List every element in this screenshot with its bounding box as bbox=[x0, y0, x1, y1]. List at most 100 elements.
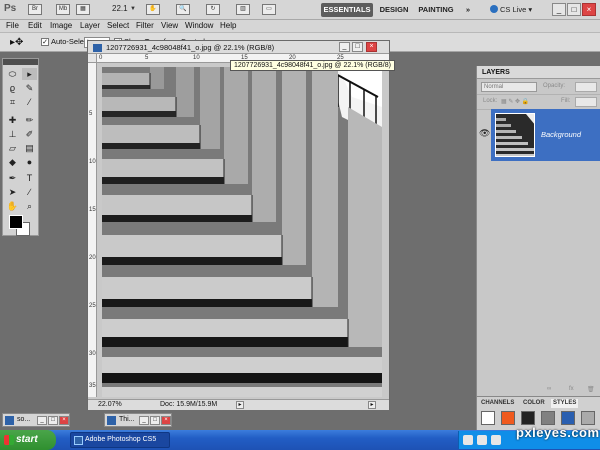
view-extras-icon[interactable]: ▦ bbox=[76, 4, 90, 15]
style-swatch[interactable] bbox=[581, 411, 595, 425]
bridge-icon[interactable]: Br bbox=[28, 4, 42, 15]
move-tool-icon[interactable]: ▸ bbox=[22, 68, 37, 80]
menu-layer[interactable]: Layer bbox=[80, 20, 100, 32]
vertical-ruler[interactable]: 5 10 15 20 25 30 35 bbox=[88, 63, 97, 397]
brush-tool-icon[interactable]: ✏ bbox=[22, 114, 37, 126]
quick-select-tool-icon[interactable]: ✎ bbox=[22, 82, 37, 94]
photoshop-logo-icon: Ps bbox=[4, 3, 17, 14]
style-swatch[interactable] bbox=[521, 411, 535, 425]
eyedropper-tool-icon[interactable]: ⁄ bbox=[22, 96, 37, 108]
style-swatch[interactable] bbox=[481, 411, 495, 425]
path-selection-tool-icon[interactable]: ➤ bbox=[5, 186, 20, 198]
document-minimize-button[interactable]: _ bbox=[139, 416, 149, 425]
opacity-field[interactable] bbox=[575, 82, 597, 92]
ruler-origin[interactable] bbox=[88, 54, 97, 63]
opacity-label: Opacity: bbox=[543, 83, 566, 89]
tab-styles[interactable]: STYLES bbox=[551, 399, 579, 408]
workspace-design-button[interactable]: DESIGN bbox=[377, 3, 411, 17]
layer-fx-icon[interactable]: fx bbox=[569, 386, 574, 392]
menu-window[interactable]: Window bbox=[185, 20, 213, 32]
document-minimize-button[interactable]: _ bbox=[37, 416, 47, 425]
minimized-document[interactable]: Thi... _ □ × bbox=[104, 413, 172, 427]
tray-icon[interactable] bbox=[477, 435, 487, 445]
start-button[interactable]: start bbox=[0, 430, 56, 450]
menu-edit[interactable]: Edit bbox=[28, 20, 42, 32]
blur-tool-icon[interactable]: ◆ bbox=[5, 156, 20, 168]
minimized-document[interactable]: so... _ □ × bbox=[2, 413, 70, 427]
screen-mode-icon[interactable]: ▭ bbox=[262, 4, 276, 15]
document-close-button[interactable]: × bbox=[161, 416, 171, 425]
arrange-documents-icon[interactable]: ▥ bbox=[236, 4, 250, 15]
scroll-right-arrow-icon[interactable]: ▸ bbox=[368, 401, 376, 409]
mini-bridge-icon[interactable]: Mb bbox=[56, 4, 70, 15]
history-brush-tool-icon[interactable]: ✐ bbox=[22, 128, 37, 140]
document-maximize-button[interactable]: □ bbox=[352, 42, 363, 52]
ruler-tick-label: 0 bbox=[99, 55, 103, 61]
workspace-essentials-button[interactable]: ESSENTIALS bbox=[321, 3, 373, 17]
chevron-down-icon[interactable]: ▼ bbox=[130, 6, 136, 12]
line-tool-icon[interactable]: ∕ bbox=[22, 186, 37, 198]
more-workspaces-button[interactable]: » bbox=[462, 3, 474, 17]
hand-tool-icon[interactable]: ✋ bbox=[146, 4, 160, 15]
tab-color[interactable]: COLOR bbox=[523, 399, 545, 408]
clone-stamp-tool-icon[interactable]: ⊥ bbox=[5, 128, 20, 140]
tab-channels[interactable]: CHANNELS bbox=[481, 399, 514, 408]
auto-select-checkbox[interactable]: ✓ bbox=[41, 38, 49, 46]
hand-tool-icon[interactable]: ✋ bbox=[5, 200, 20, 212]
layer-thumbnail-image bbox=[496, 114, 534, 156]
marquee-tool-icon[interactable]: ⬭ bbox=[5, 68, 20, 80]
menu-filter[interactable]: Filter bbox=[136, 20, 154, 32]
document-close-button[interactable]: × bbox=[366, 42, 377, 52]
minimize-button[interactable]: _ bbox=[552, 3, 566, 16]
tray-icon[interactable] bbox=[491, 435, 501, 445]
pen-tool-icon[interactable]: ✒ bbox=[5, 172, 20, 184]
status-menu-arrow-icon[interactable]: ▸ bbox=[236, 401, 244, 409]
healing-brush-tool-icon[interactable]: ✚ bbox=[5, 114, 20, 126]
menu-select[interactable]: Select bbox=[107, 20, 129, 32]
document-title-bar[interactable]: 1207726931_4c98048f41_o.jpg @ 22.1% (RGB… bbox=[88, 41, 389, 54]
move-tool-icon[interactable]: ▸✥ bbox=[10, 37, 23, 48]
layer-delete-icon[interactable]: 🗑 bbox=[587, 386, 595, 393]
menu-help[interactable]: Help bbox=[220, 20, 236, 32]
menu-image[interactable]: Image bbox=[50, 20, 72, 32]
menu-view[interactable]: View bbox=[161, 20, 178, 32]
eraser-tool-icon[interactable]: ▱ bbox=[5, 142, 20, 154]
style-swatch[interactable] bbox=[501, 411, 515, 425]
layer-link-icon[interactable]: ∞ bbox=[547, 386, 551, 392]
style-swatch[interactable] bbox=[541, 411, 555, 425]
zoom-tool-icon[interactable]: ⌕ bbox=[22, 200, 37, 212]
document-restore-button[interactable]: □ bbox=[48, 416, 58, 425]
type-tool-icon[interactable]: T bbox=[22, 172, 37, 184]
layer-visibility-eye-icon[interactable]: 👁 bbox=[479, 128, 490, 139]
document-canvas[interactable] bbox=[102, 67, 382, 397]
taskbar-photoshop-button[interactable]: Adobe Photoshop CS5 bbox=[70, 432, 170, 448]
tools-panel-header[interactable] bbox=[3, 59, 38, 65]
tray-icon[interactable] bbox=[463, 435, 473, 445]
dodge-tool-icon[interactable]: ● bbox=[22, 156, 37, 168]
lasso-tool-icon[interactable]: ϱ bbox=[5, 82, 20, 94]
foreground-color-swatch[interactable] bbox=[9, 215, 23, 229]
style-swatch[interactable] bbox=[561, 411, 575, 425]
blend-mode-select[interactable]: Normal bbox=[481, 82, 537, 92]
close-button[interactable]: × bbox=[582, 3, 596, 16]
zoom-level[interactable]: 22.1 bbox=[112, 4, 128, 13]
workspace-painting-button[interactable]: PAINTING bbox=[416, 3, 456, 17]
document-minimize-button[interactable]: _ bbox=[339, 42, 350, 52]
layers-panel-tab[interactable]: LAYERS bbox=[477, 66, 600, 79]
document-size-info[interactable]: Doc: 15.9M/15.9M bbox=[160, 401, 217, 408]
cs-live-button[interactable]: CS Live ▾ bbox=[490, 3, 532, 17]
layer-item-background[interactable]: Background bbox=[491, 109, 600, 161]
document-zoom-field[interactable]: 22.07% bbox=[98, 401, 122, 408]
document-title: 1207726931_4c98048f41_o.jpg @ 22.1% (RGB… bbox=[106, 43, 275, 52]
crop-tool-icon[interactable]: ⌗ bbox=[5, 96, 20, 108]
document-restore-button[interactable]: □ bbox=[150, 416, 160, 425]
fill-field[interactable] bbox=[575, 97, 597, 107]
lock-icons[interactable]: ▦ ✎ ✥ 🔒 bbox=[501, 98, 529, 105]
zoom-tool-icon[interactable]: 🔍 bbox=[176, 4, 190, 15]
gradient-tool-icon[interactable]: ▤ bbox=[22, 142, 37, 154]
menu-file[interactable]: File bbox=[6, 20, 19, 32]
maximize-button[interactable]: □ bbox=[567, 3, 581, 16]
rotate-view-icon[interactable]: ↻ bbox=[206, 4, 220, 15]
document-icon bbox=[93, 44, 102, 52]
document-close-button[interactable]: × bbox=[59, 416, 69, 425]
